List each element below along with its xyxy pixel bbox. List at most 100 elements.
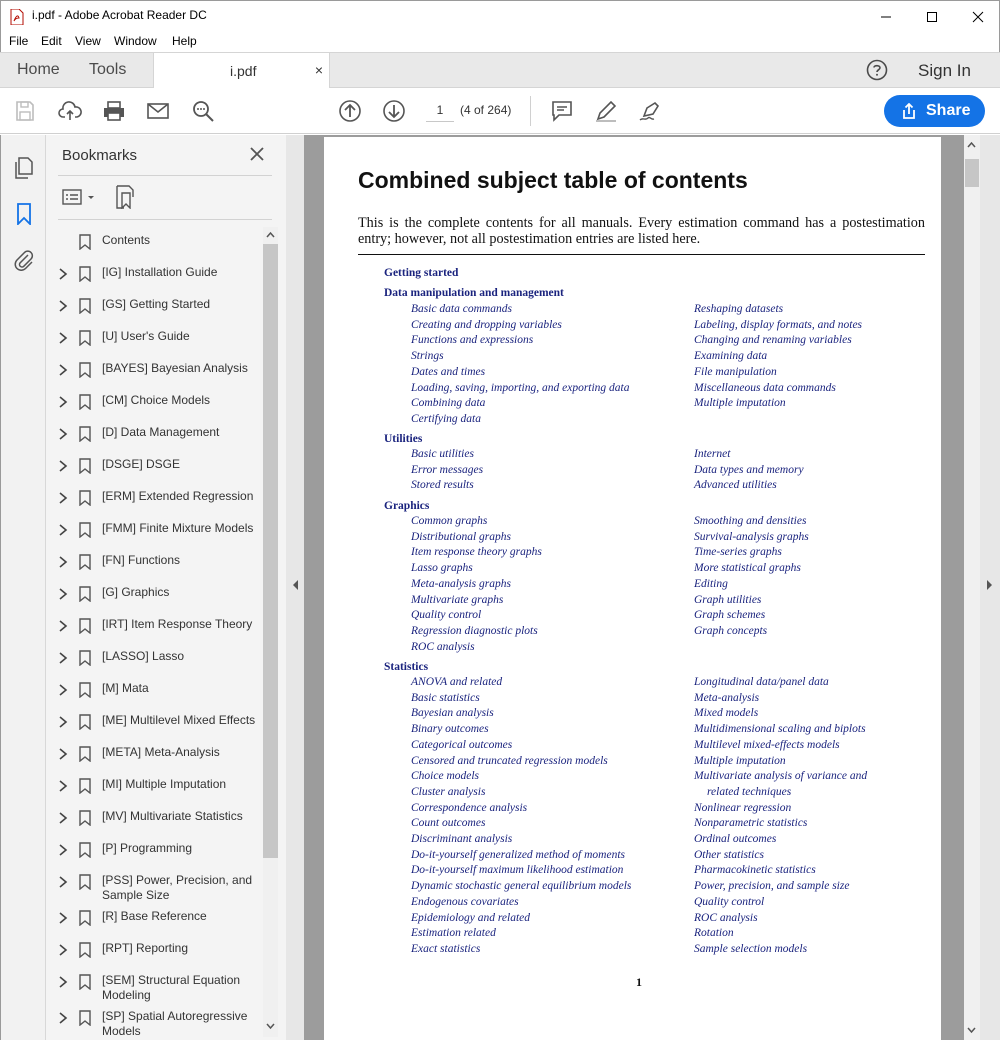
toc-link[interactable]: File manipulation [694,366,777,378]
collapse-left-arrow-icon[interactable] [291,579,299,591]
toc-link[interactable]: Graph concepts [694,625,767,637]
bookmark-options-icon[interactable] [62,187,98,207]
toc-link[interactable]: Mixed models [694,707,758,719]
print-button[interactable] [102,99,126,123]
sign-in-button[interactable]: Sign In [918,61,971,81]
toc-link[interactable]: Binary outcomes [411,723,489,735]
toc-link[interactable]: Basic utilities [411,448,474,460]
toc-link[interactable]: Smoothing and densities [694,515,806,527]
toc-link[interactable]: Miscellaneous data commands [694,382,836,394]
tab-document[interactable]: i.pdf × [153,53,330,89]
toc-link[interactable]: Power, precision, and sample size [694,880,849,892]
toc-link[interactable]: Changing and renaming variables [694,334,852,346]
expand-chevron-icon[interactable] [58,619,68,633]
scroll-down-arrow-icon[interactable] [967,1027,976,1034]
expand-chevron-icon[interactable] [58,843,68,857]
menu-help[interactable]: Help [172,34,197,48]
page-thumbnails-button[interactable] [13,157,35,179]
toc-link[interactable]: Basic data commands [411,303,512,315]
expand-chevron-icon[interactable] [58,651,68,665]
toc-link[interactable]: Epidemiology and related [411,912,530,924]
expand-chevron-icon[interactable] [58,975,68,989]
toc-link[interactable]: More statistical graphs [694,562,801,574]
toc-link[interactable]: Graph schemes [694,609,765,621]
expand-chevron-icon[interactable] [58,683,68,697]
menu-view[interactable]: View [75,34,101,48]
toc-link[interactable]: Pharmacokinetic statistics [694,864,816,876]
toc-link[interactable]: Error messages [411,464,483,476]
toc-link[interactable]: Functions and expressions [411,334,533,346]
toc-link[interactable]: Common graphs [411,515,487,527]
add-bookmark-icon[interactable] [114,185,136,209]
toc-link[interactable]: Count outcomes [411,817,485,829]
help-icon[interactable] [866,59,888,81]
toc-link[interactable]: Multiple imputation [694,397,786,409]
expand-chevron-icon[interactable] [58,911,68,925]
previous-page-button[interactable] [338,99,362,123]
toc-link[interactable]: Nonlinear regression [694,802,791,814]
toc-link[interactable]: ROC analysis [694,912,758,924]
toc-link[interactable]: Meta-analysis graphs [411,578,511,590]
toc-link[interactable]: Bayesian analysis [411,707,494,719]
scrollbar-thumb[interactable] [263,244,278,858]
toc-link[interactable]: ANOVA and related [411,676,502,688]
toc-link[interactable]: Multilevel mixed-effects models [694,739,840,751]
expand-chevron-icon[interactable] [58,267,68,281]
toc-link[interactable]: Advanced utilities [694,479,777,491]
close-tab-button[interactable]: × [315,62,323,78]
toc-section-heading[interactable]: Graphics [384,500,429,512]
toc-link[interactable]: Endogenous covariates [411,896,519,908]
bookmarks-scrollbar[interactable] [263,227,278,1037]
toc-link[interactable]: Multidimensional scaling and biplots [694,723,866,735]
toc-link[interactable]: Choice models [411,770,479,782]
toc-link[interactable]: Rotation [694,927,734,939]
toc-link[interactable]: Creating and dropping variables [411,319,562,331]
toc-link[interactable]: Certifying data [411,413,481,425]
toc-link[interactable]: Item response theory graphs [411,546,542,558]
toc-link[interactable]: Dates and times [411,366,485,378]
close-panel-icon[interactable] [249,146,265,162]
toc-link[interactable]: Censored and truncated regression models [411,755,608,767]
toc-link[interactable]: Examining data [694,350,767,362]
toc-link[interactable]: Loading, saving, importing, and exportin… [411,382,630,394]
toc-link[interactable]: Time-series graphs [694,546,782,558]
toc-link[interactable]: Cluster analysis [411,786,485,798]
expand-chevron-icon[interactable] [58,943,68,957]
comment-button[interactable] [550,99,574,123]
toc-link[interactable]: Multivariate graphs [411,594,503,606]
toc-link[interactable]: Dynamic stochastic general equilibrium m… [411,880,631,892]
expand-chevron-icon[interactable] [58,747,68,761]
toc-link[interactable]: Distributional graphs [411,531,511,543]
toc-link[interactable]: Meta-analysis [694,692,759,704]
toc-section-heading[interactable]: Utilities [384,433,422,445]
toc-link[interactable]: Reshaping datasets [694,303,783,315]
toc-link[interactable]: related techniques [707,786,791,798]
toc-link[interactable]: Internet [694,448,730,460]
highlight-button[interactable] [594,99,618,123]
toc-link[interactable]: Labeling, display formats, and notes [694,319,862,331]
expand-chevron-icon[interactable] [58,779,68,793]
scrollbar-thumb[interactable] [965,159,979,187]
toc-link[interactable]: Do-it-yourself maximum likelihood estima… [411,864,623,876]
expand-chevron-icon[interactable] [58,811,68,825]
toc-link[interactable]: Categorical outcomes [411,739,512,751]
share-button[interactable]: Share [884,95,985,127]
toc-link[interactable]: Editing [694,578,728,590]
toc-link[interactable]: Data types and memory [694,464,804,476]
expand-chevron-icon[interactable] [58,363,68,377]
toc-link[interactable]: Discriminant analysis [411,833,512,845]
expand-chevron-icon[interactable] [58,459,68,473]
menu-file[interactable]: File [9,34,28,48]
page-number-input[interactable]: 1 [426,98,454,122]
toc-link[interactable]: Regression diagnostic plots [411,625,538,637]
tab-tools[interactable]: Tools [89,61,126,79]
upload-cloud-button[interactable] [58,99,82,123]
minimize-button[interactable] [863,1,909,32]
expand-chevron-icon[interactable] [58,331,68,345]
toc-link[interactable]: Longitudinal data/panel data [694,676,829,688]
toc-link[interactable]: ROC analysis [411,641,475,653]
toc-link[interactable]: Correspondence analysis [411,802,527,814]
find-button[interactable] [191,99,215,123]
expand-chevron-icon[interactable] [58,555,68,569]
toc-link[interactable]: Do-it-yourself generalized method of mom… [411,849,625,861]
